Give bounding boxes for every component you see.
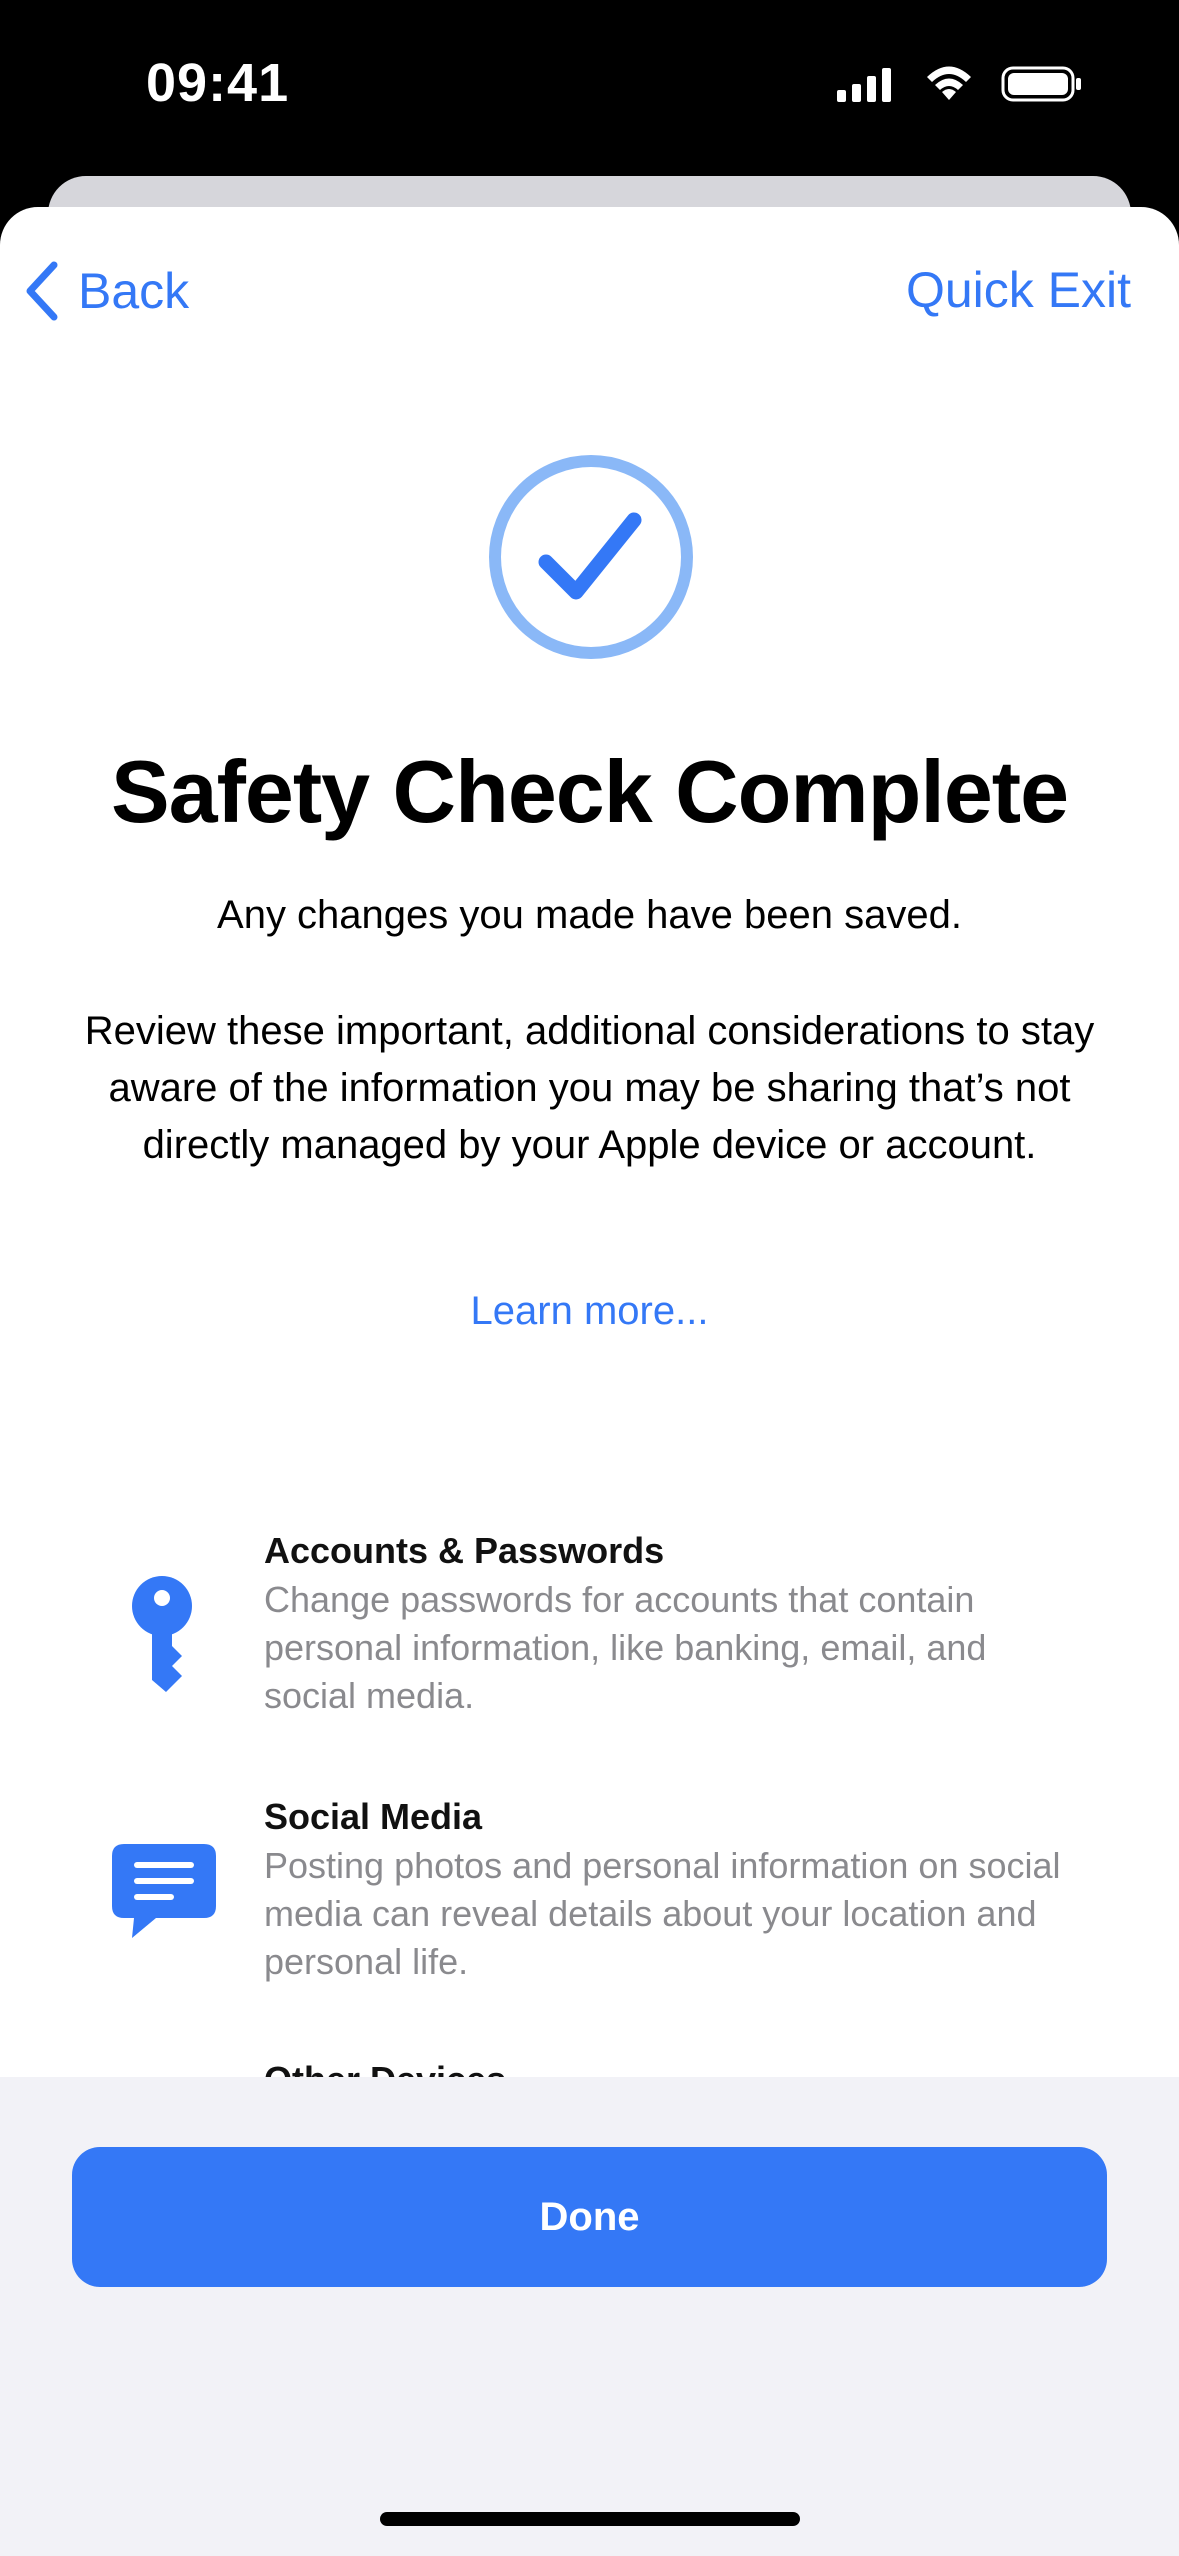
- learn-more-link[interactable]: Learn more...: [0, 1289, 1179, 1334]
- quick-exit-button[interactable]: Quick Exit: [906, 261, 1131, 319]
- item-title: Accounts & Passwords: [264, 1530, 665, 1571]
- status-bar: 09:41: [0, 0, 1179, 170]
- done-button[interactable]: Done: [72, 2147, 1107, 2287]
- status-time: 09:41: [146, 53, 290, 113]
- wifi-icon: [927, 66, 971, 100]
- back-button[interactable]: Back: [24, 261, 189, 321]
- chevron-left-icon: [26, 261, 58, 321]
- considerations-text: Review these important, additional consi…: [84, 1009, 1095, 1167]
- message-bubble-icon: [112, 1844, 216, 1938]
- page-title: Safety Check Complete: [110, 742, 1069, 841]
- home-indicator[interactable]: [380, 2512, 800, 2526]
- item-description: Posting photos and personal information …: [264, 1845, 1061, 1982]
- safety-check-sheet: Back Quick Exit Safety Check Complete An…: [0, 207, 1179, 2556]
- bottom-tray: Done: [0, 2077, 1179, 2556]
- item-description: Change passwords for accounts that conta…: [264, 1579, 987, 1716]
- key-icon: [132, 1576, 192, 1692]
- saved-message: Any changes you made have been saved.: [217, 893, 962, 937]
- battery-icon: [1001, 66, 1081, 102]
- checkmark-circle-icon: [489, 455, 693, 659]
- back-label: Back: [78, 263, 190, 319]
- status-icons: [835, 64, 1083, 104]
- cellular-signal-icon: [837, 68, 891, 102]
- item-title: Social Media: [264, 1796, 483, 1837]
